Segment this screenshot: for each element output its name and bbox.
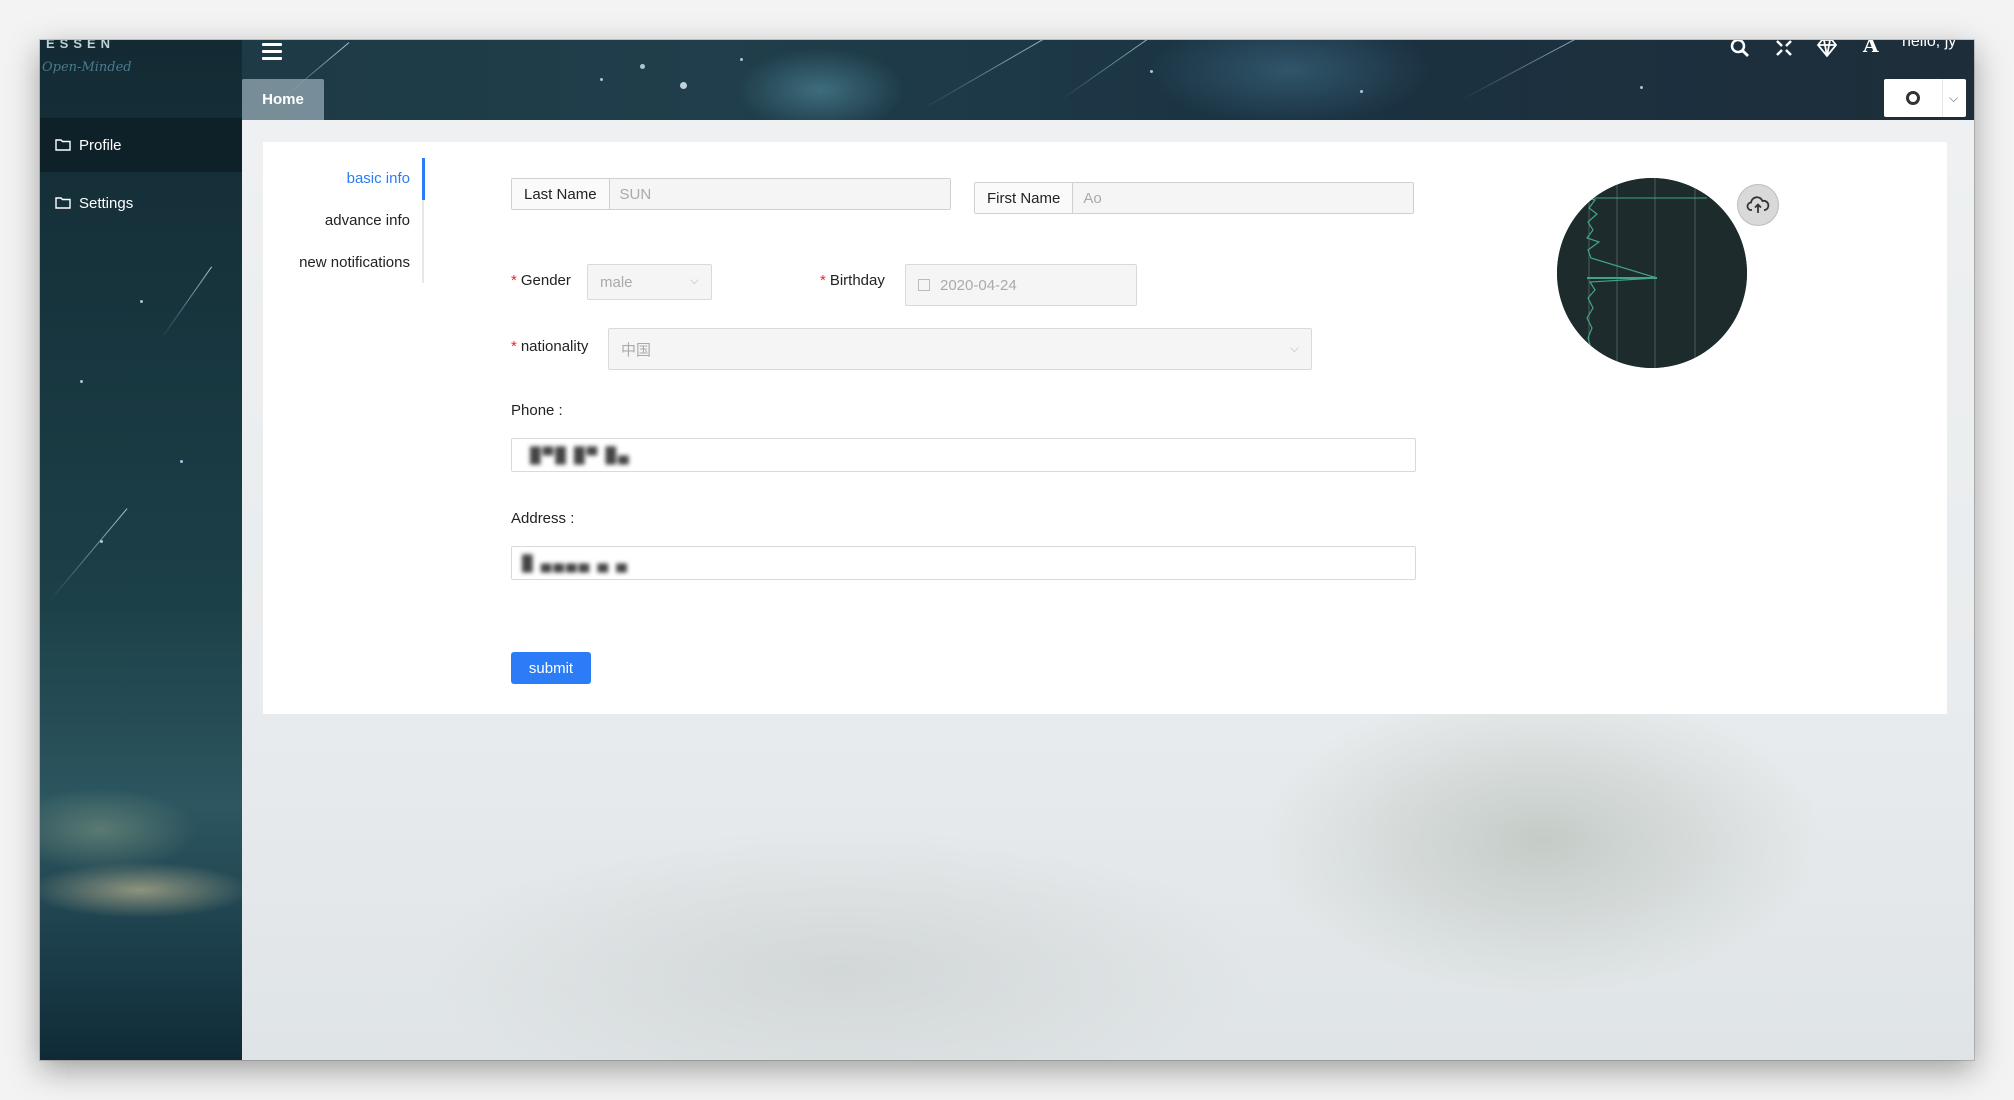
- fullscreen-icon[interactable]: [1774, 40, 1794, 58]
- app-logo: ESSEN: [46, 40, 116, 51]
- tab-options-dropdown[interactable]: ⌵: [1884, 79, 1966, 117]
- gear-icon[interactable]: [1906, 91, 1920, 105]
- sidebar: ESSEN Open-Minded Profile Settings: [40, 40, 242, 1060]
- required-mark: *: [511, 338, 517, 355]
- address-label: Address :: [511, 510, 575, 527]
- phone-value: █▀█ █▀ █▄: [530, 446, 631, 464]
- subnav-item-new-notifications[interactable]: new notifications: [299, 254, 410, 271]
- chevron-down-icon: ⌵: [1289, 341, 1299, 355]
- menu-toggle-icon[interactable]: [262, 43, 282, 61]
- font-icon[interactable]: A: [1863, 40, 1879, 55]
- last-name-label: Last Name: [512, 179, 610, 209]
- subnav-active-indicator: [422, 158, 425, 200]
- header-bar: [40, 40, 1974, 120]
- address-value: █ ▄▄▄▄ ▄ ▄: [522, 554, 629, 572]
- birthday-picker[interactable]: 2020-04-24: [905, 264, 1137, 306]
- divider: [1942, 79, 1943, 117]
- address-input[interactable]: █ ▄▄▄▄ ▄ ▄: [511, 546, 1416, 580]
- gender-label: * Gender: [511, 272, 571, 289]
- avatar[interactable]: [1557, 178, 1747, 368]
- cloud-upload-icon: [1746, 196, 1770, 213]
- user-greeting[interactable]: hello, jy: [1902, 40, 1956, 51]
- chevron-down-icon[interactable]: ⌵: [1949, 91, 1958, 106]
- app-window: ESSEN Open-Minded Profile Settings A hel…: [40, 40, 1974, 1060]
- sidebar-item-settings[interactable]: Settings: [40, 176, 242, 230]
- required-mark: *: [820, 272, 826, 289]
- nationality-select[interactable]: 中国 ⌵: [608, 328, 1312, 370]
- nationality-label: * nationality: [511, 338, 589, 355]
- upload-avatar-button[interactable]: [1737, 184, 1779, 226]
- nationality-value: 中国: [621, 341, 652, 359]
- first-name-field[interactable]: First Name Ao: [974, 182, 1414, 214]
- folder-icon: [55, 197, 71, 209]
- sidebar-item-label: Settings: [79, 194, 134, 212]
- gender-select[interactable]: male ⌵: [587, 264, 712, 300]
- first-name-label: First Name: [975, 183, 1074, 213]
- profile-card: basic info advance info new notification…: [263, 142, 1947, 714]
- chevron-down-icon: ⌵: [689, 273, 699, 287]
- profile-subnav: basic info advance info new notification…: [263, 142, 425, 714]
- search-icon[interactable]: [1730, 40, 1750, 58]
- birthday-label: * Birthday: [820, 272, 885, 289]
- birthday-value: 2020-04-24: [940, 276, 1017, 294]
- sidebar-item-label: Profile: [79, 136, 122, 154]
- avatar-image: [1557, 178, 1747, 368]
- submit-button[interactable]: submit: [511, 652, 591, 684]
- last-name-input[interactable]: SUN: [609, 179, 950, 209]
- diamond-icon[interactable]: [1816, 40, 1838, 58]
- calendar-icon: [918, 279, 930, 291]
- sidebar-item-profile[interactable]: Profile: [40, 118, 242, 172]
- subnav-item-advance-info[interactable]: advance info: [325, 212, 410, 229]
- first-name-input[interactable]: Ao: [1073, 183, 1413, 213]
- phone-label: Phone :: [511, 402, 563, 419]
- phone-input[interactable]: █▀█ █▀ █▄: [511, 438, 1416, 472]
- folder-icon: [55, 139, 71, 151]
- subnav-item-basic-info[interactable]: basic info: [347, 170, 410, 187]
- required-mark: *: [511, 272, 517, 289]
- app-logo-subtitle: Open-Minded: [42, 60, 132, 75]
- last-name-field[interactable]: Last Name SUN: [511, 178, 951, 210]
- gender-value: male: [600, 273, 633, 291]
- tab-home[interactable]: Home: [242, 79, 324, 120]
